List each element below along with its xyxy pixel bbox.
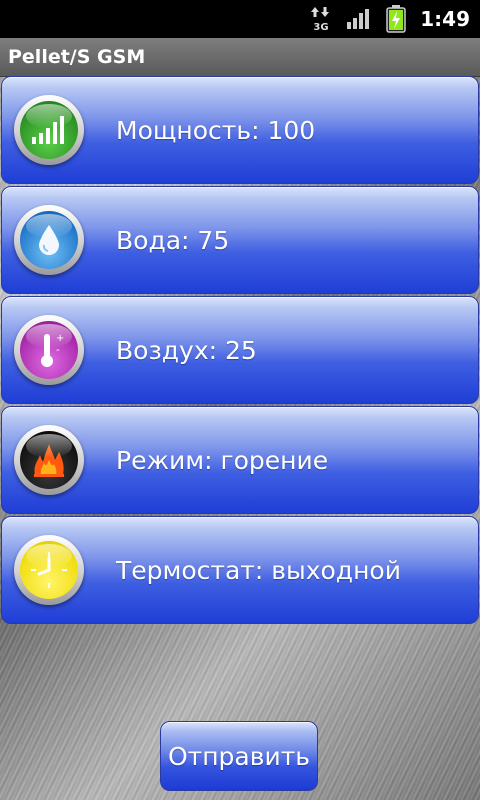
svg-text:+: + <box>56 333 64 344</box>
row-power-label: Мощность: 100 <box>116 115 316 145</box>
row-water-label: Вода: 75 <box>116 225 230 255</box>
send-button[interactable]: Отправить <box>160 721 318 791</box>
row-air[interactable]: + - Воздух: 25 <box>1 296 479 404</box>
app-title-bar: Pellet/S GSM <box>0 38 480 77</box>
row-mode[interactable]: Режим: горение <box>1 406 479 514</box>
data-arrows-icon: 3G <box>310 6 332 32</box>
parameter-list: Мощность: 100 Вода: 75 + - Воздух: 25 Ре… <box>0 76 480 626</box>
row-power[interactable]: Мощность: 100 <box>1 76 479 184</box>
row-mode-label: Режим: горение <box>116 445 329 475</box>
flame-icon <box>14 425 84 495</box>
signal-bars-icon <box>346 8 372 30</box>
status-bar: 3G 1:49 <box>0 0 480 38</box>
thermometer-icon: + - <box>14 315 84 385</box>
app-title: Pellet/S GSM <box>8 46 146 68</box>
power-level-icon <box>14 95 84 165</box>
clock-icon <box>14 535 84 605</box>
row-water[interactable]: Вода: 75 <box>1 186 479 294</box>
clock-time: 1:49 <box>420 7 470 31</box>
row-thermostat[interactable]: Термостат: выходной <box>1 516 479 624</box>
svg-text:3G: 3G <box>314 22 329 32</box>
svg-text:-: - <box>56 345 60 356</box>
row-thermostat-label: Термостат: выходной <box>116 555 401 585</box>
water-drop-icon <box>14 205 84 275</box>
row-air-label: Воздух: 25 <box>116 335 257 365</box>
battery-charging-icon <box>386 5 406 33</box>
